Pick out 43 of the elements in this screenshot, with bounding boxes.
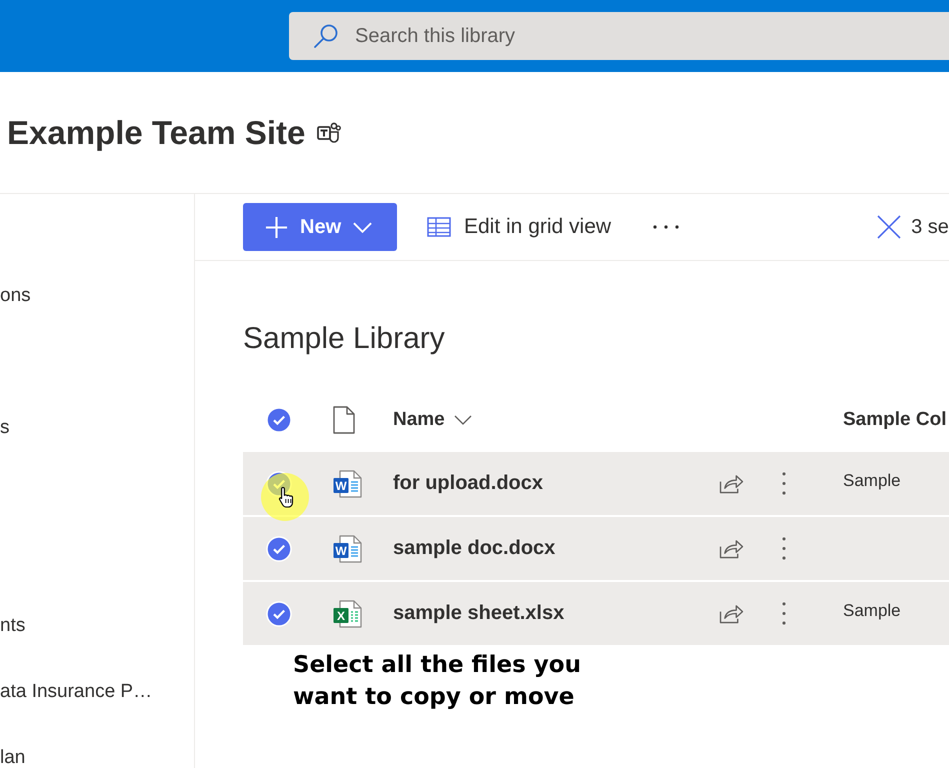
instruction-caption: Select all the files you want to copy or move [293, 651, 582, 712]
share-icon[interactable] [719, 538, 744, 559]
file-name[interactable]: for upload.docx [393, 472, 543, 495]
new-button[interactable]: New [243, 203, 397, 251]
more-icon[interactable] [653, 225, 680, 229]
nav-link[interactable]: ons [0, 284, 31, 308]
column-header[interactable]: Name [393, 409, 472, 431]
edit-grid-view-button[interactable]: Edit in grid view [427, 207, 612, 247]
more-icon[interactable] [782, 472, 786, 495]
document-icon [333, 406, 355, 434]
search-field[interactable]: Search this library [289, 12, 949, 60]
file-row[interactable]: W for upload.docx Sample [243, 452, 949, 515]
nav-link[interactable]: ata Insurance P… [0, 680, 152, 704]
row-check-icon[interactable] [266, 600, 292, 626]
chevron-down-icon [454, 415, 472, 425]
site-title: Example Team Site [7, 112, 306, 152]
share-icon[interactable] [719, 603, 744, 624]
cursor-highlight [261, 473, 309, 521]
row-check-icon[interactable] [266, 470, 292, 496]
close-icon [877, 215, 902, 239]
people-icon [317, 122, 342, 144]
file-name[interactable]: sample doc.docx [393, 537, 556, 560]
plus-icon [265, 216, 288, 238]
file-row[interactable]: X sample sheet.xlsx Sample [243, 582, 949, 645]
nav-link[interactable]: s [0, 416, 10, 440]
chevron-down-icon [353, 222, 372, 232]
file-name[interactable]: sample sheet.xlsx [393, 602, 564, 625]
grid-icon [427, 217, 451, 237]
nav-link[interactable]: lan [0, 746, 26, 768]
more-icon[interactable] [782, 602, 786, 625]
row-check-icon[interactable] [266, 536, 292, 562]
library-title: Sample Library [243, 321, 445, 357]
nav-link[interactable]: nts [0, 614, 26, 638]
clear-selection-button[interactable]: 3 se [877, 207, 949, 247]
share-icon[interactable] [719, 473, 744, 494]
table-cell: Sample [843, 600, 901, 620]
more-icon[interactable] [782, 537, 786, 560]
column-header[interactable]: Sample Col [843, 409, 946, 431]
table-cell: Sample [843, 470, 901, 490]
select-all-check-icon[interactable] [266, 407, 292, 433]
search-icon [313, 23, 339, 49]
hand-cursor-icon [278, 486, 294, 508]
file-row[interactable]: W sample doc.docx [243, 517, 949, 580]
